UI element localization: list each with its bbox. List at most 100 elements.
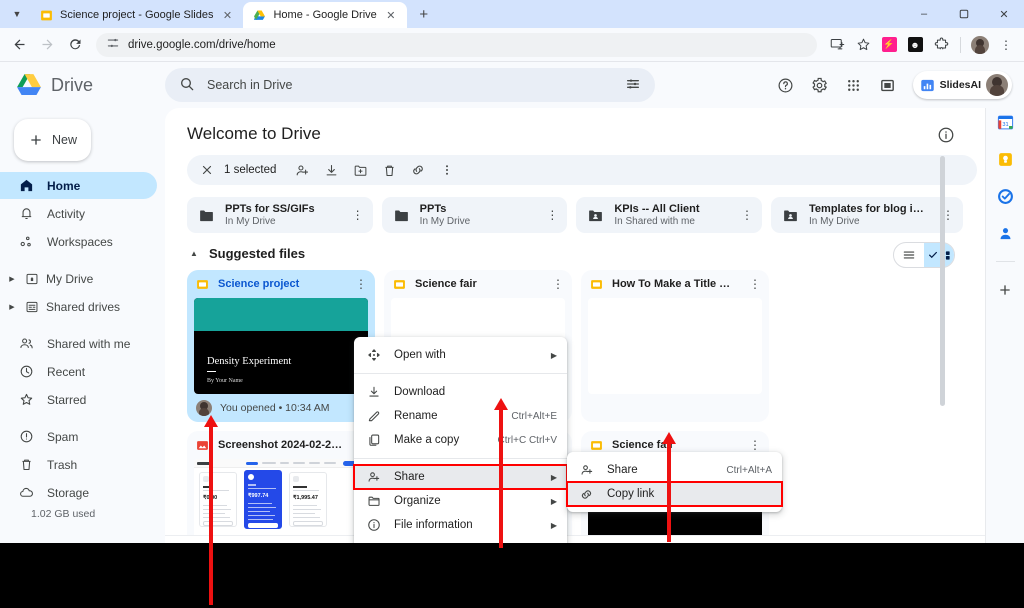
sidebar-item-shared-with-me[interactable]: Shared with me	[0, 330, 157, 357]
more-vertical-icon[interactable]: ⋮	[549, 275, 567, 293]
more-vertical-icon[interactable]	[434, 157, 460, 183]
file-card-header: Science fair ⋮	[384, 270, 572, 298]
sidebar-item-workspaces[interactable]: Workspaces	[0, 228, 157, 255]
close-icon[interactable]	[195, 158, 219, 182]
sidebar-item-starred[interactable]: Starred	[0, 386, 157, 413]
more-vertical-icon[interactable]: ⋮	[746, 275, 764, 293]
submenu-item-share-label: Share	[607, 464, 703, 476]
menu-item-organize[interactable]: Organize ▶	[354, 489, 567, 513]
arrow-to-copy-link-item	[662, 432, 676, 542]
chrome-menu-icon[interactable]: ⋮	[994, 33, 1018, 57]
share-person-add-icon[interactable]	[289, 157, 315, 183]
window-maximize-button[interactable]	[944, 0, 984, 28]
more-vertical-icon[interactable]: ⋮	[349, 206, 367, 224]
folder-card[interactable]: Templates for blog integration In My Dri…	[771, 197, 963, 233]
search-input[interactable]: Search in Drive	[165, 68, 655, 102]
chevron-right-icon[interactable]: ▶	[6, 301, 18, 313]
main-scrollbar[interactable]	[939, 154, 946, 565]
more-vertical-icon[interactable]: ⋮	[352, 275, 370, 293]
file-context-menu: Open with ▶ Download Rename Ctrl+Alt+E M…	[354, 337, 567, 565]
star-icon	[18, 392, 34, 408]
extensions-puzzle-icon[interactable]	[929, 33, 953, 57]
window-minimize-button[interactable]: –	[904, 0, 944, 28]
link-icon[interactable]	[405, 157, 431, 183]
menu-item-download[interactable]: Download	[354, 380, 567, 404]
file-card-science-project[interactable]: Science project ⋮ Density Experiment By …	[187, 270, 375, 422]
menu-item-rename[interactable]: Rename Ctrl+Alt+E	[354, 404, 567, 428]
new-tab-button[interactable]: +	[411, 1, 437, 27]
chevron-up-icon[interactable]: ▲	[187, 247, 201, 261]
sidebar-item-activity[interactable]: Activity	[0, 200, 157, 227]
sidebar-item-storage[interactable]: Storage	[0, 479, 157, 506]
info-icon[interactable]	[937, 126, 955, 144]
menu-item-open-with-label: Open with	[394, 349, 530, 361]
folder-card-location: In My Drive	[809, 216, 929, 227]
browser-tab-0-close-icon[interactable]: ✕	[220, 8, 234, 22]
folder-card[interactable]: PPTs In My Drive ⋮	[382, 197, 568, 233]
list-view-icon[interactable]	[894, 243, 924, 267]
folder-card[interactable]: PPTs for SS/GIFs In My Drive ⋮	[187, 197, 373, 233]
more-vertical-icon[interactable]: ⋮	[543, 206, 561, 224]
folder-icon	[393, 207, 410, 224]
sidebar-item-activity-label: Activity	[47, 207, 85, 221]
extension-icon-0[interactable]: ⚡	[877, 33, 901, 57]
download-icon[interactable]	[318, 157, 344, 183]
account-avatar[interactable]	[986, 74, 1008, 96]
install-app-icon[interactable]	[825, 33, 849, 57]
profile-avatar[interactable]	[968, 33, 992, 57]
address-bar[interactable]: drive.google.com/drive/home	[96, 33, 817, 57]
google-calendar-icon[interactable]: 31	[995, 112, 1015, 132]
google-contacts-icon[interactable]	[995, 223, 1015, 243]
side-panel-icon[interactable]	[873, 70, 903, 100]
shared-drive-icon	[24, 299, 40, 315]
sidebar-item-storage-label: Storage	[47, 486, 89, 500]
forward-button[interactable]	[34, 32, 60, 58]
folder-card[interactable]: KPIs -- All Client In Shared with me ⋮	[576, 197, 762, 233]
browser-tab-0[interactable]: Science project - Google Slides ✕	[30, 2, 243, 28]
scrollbar-thumb[interactable]	[940, 156, 945, 406]
slides-icon	[590, 278, 603, 291]
browser-tab-1-close-icon[interactable]: ✕	[384, 8, 398, 22]
dark-extension-glyph: ☻	[908, 37, 923, 52]
slidesai-chip[interactable]: SlidesAI	[913, 71, 1012, 99]
submenu-item-share-shortcut: Ctrl+Alt+A	[726, 465, 772, 476]
apps-grid-icon[interactable]	[839, 70, 869, 100]
file-card-title-page-guide[interactable]: How To Make a Title Page in G... ⋮	[581, 270, 769, 422]
back-button[interactable]	[6, 32, 32, 58]
site-settings-icon[interactable]	[106, 36, 120, 53]
bookmark-star-icon[interactable]	[851, 33, 875, 57]
add-apps-icon[interactable]	[995, 280, 1015, 300]
more-vertical-icon[interactable]: ⋮	[738, 206, 756, 224]
sidebar-item-spam[interactable]: Spam	[0, 423, 157, 450]
svg-text:31: 31	[1002, 122, 1008, 128]
settings-gear-icon[interactable]	[805, 70, 835, 100]
slidesai-logo-icon	[920, 78, 935, 93]
submenu-arrow-icon: ▶	[551, 521, 557, 530]
trash-icon[interactable]	[376, 157, 402, 183]
new-button[interactable]: New	[14, 119, 91, 161]
google-keep-icon[interactable]	[995, 149, 1015, 169]
sidebar-item-recent[interactable]: Recent	[0, 358, 157, 385]
sidebar-item-trash[interactable]: Trash	[0, 451, 157, 478]
menu-item-make-a-copy[interactable]: Make a copy Ctrl+C Ctrl+V	[354, 428, 567, 452]
menu-item-share[interactable]: Share ▶	[354, 465, 567, 489]
window-close-button[interactable]: ✕	[984, 0, 1024, 28]
browser-tab-1[interactable]: Home - Google Drive ✕	[243, 2, 406, 28]
shared-folder-icon	[782, 207, 799, 224]
menu-item-open-with[interactable]: Open with ▶	[354, 343, 567, 367]
info-icon	[366, 518, 381, 533]
menu-item-file-information[interactable]: File information ▶	[354, 513, 567, 537]
drive-logo[interactable]: Drive	[0, 73, 165, 97]
move-to-folder-icon[interactable]	[347, 157, 373, 183]
tab-search-caret-icon[interactable]: ▼	[4, 1, 30, 27]
help-icon[interactable]	[771, 70, 801, 100]
tune-icon[interactable]	[625, 76, 641, 95]
chevron-right-icon[interactable]: ▶	[6, 273, 18, 285]
blank-preview	[588, 298, 762, 394]
reload-button[interactable]	[62, 32, 88, 58]
sidebar-item-shared-drives[interactable]: ▶ Shared drives	[0, 293, 157, 320]
google-tasks-icon[interactable]	[995, 186, 1015, 206]
extension-icon-1[interactable]: ☻	[903, 33, 927, 57]
sidebar-item-my-drive[interactable]: ▶ My Drive	[0, 265, 157, 292]
sidebar-item-home[interactable]: Home	[0, 172, 157, 199]
